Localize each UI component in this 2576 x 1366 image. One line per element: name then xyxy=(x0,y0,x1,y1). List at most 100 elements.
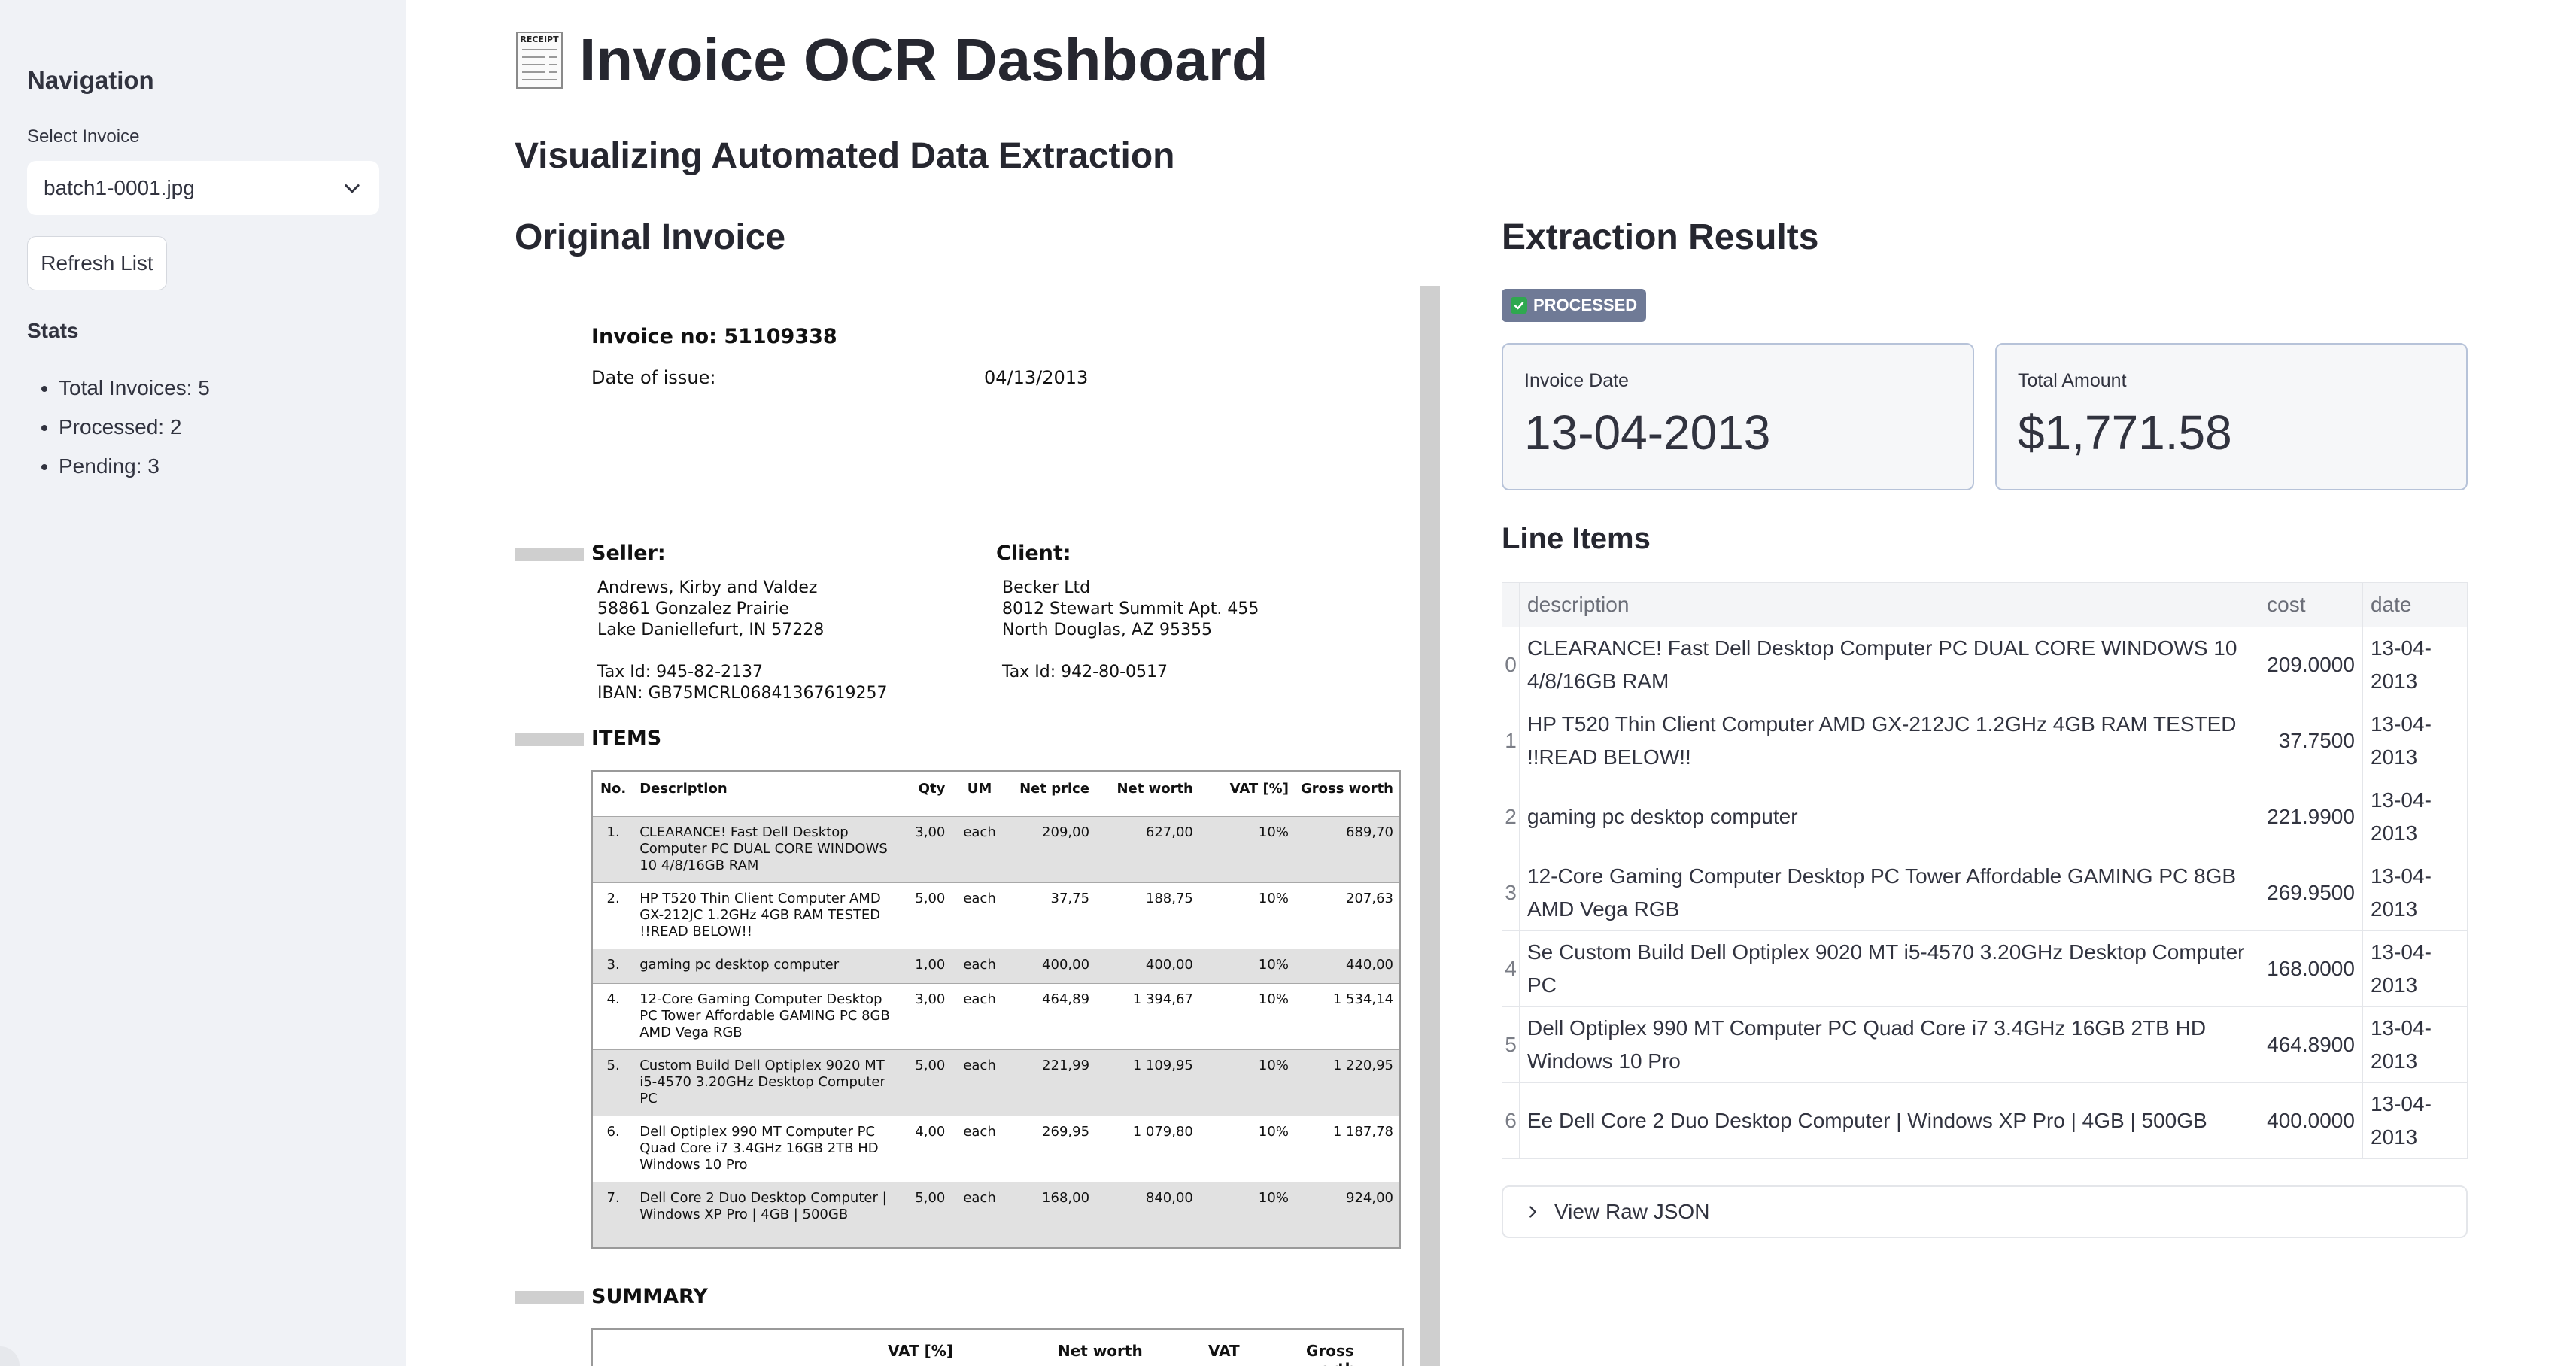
item-qty: 1,00 xyxy=(901,949,952,983)
table-row[interactable]: 5 Dell Optiplex 990 MT Computer PC Quad … xyxy=(1502,1006,2468,1083)
index-header xyxy=(1502,582,1520,627)
cell-cost[interactable]: 37.7500 xyxy=(2259,703,2363,779)
col-net-worth: Net worth xyxy=(1116,781,1193,797)
cell-date[interactable]: 13-04-2013 xyxy=(2362,1006,2468,1083)
cell-date[interactable]: 13-04-2013 xyxy=(2362,855,2468,931)
view-raw-json-label: View Raw JSON xyxy=(1554,1200,1710,1223)
item-gross: 689,70 xyxy=(1294,816,1400,882)
select-invoice-label: Select Invoice xyxy=(27,126,140,147)
cell-cost[interactable]: 168.0000 xyxy=(2259,930,2363,1007)
refresh-list-button[interactable]: Refresh List xyxy=(27,236,167,290)
item-desc: Dell Core 2 Duo Desktop Computer | Windo… xyxy=(633,1182,901,1248)
items-row: 1. CLEARANCE! Fast Dell Desktop Computer… xyxy=(592,816,1400,882)
row-index: 2 xyxy=(1502,779,1520,855)
total-amount-label: Total Amount xyxy=(2018,370,2127,391)
invoice-select[interactable]: batch1-0001.jpg xyxy=(27,161,379,215)
section-bar xyxy=(515,1291,584,1304)
item-price: 168,00 xyxy=(1007,1182,1096,1248)
stat-total-invoices: Total Invoices: 5 xyxy=(59,369,210,408)
items-row: 6. Dell Optiplex 990 MT Computer PC Quad… xyxy=(592,1116,1400,1182)
item-gross: 440,00 xyxy=(1294,949,1400,983)
item-um: each xyxy=(951,1182,1008,1248)
line-items-table[interactable]: description cost date 0 CLEARANCE! Fast … xyxy=(1502,582,2468,1159)
view-raw-json-expander[interactable]: View Raw JSON xyxy=(1502,1185,2468,1238)
table-row[interactable]: 0 CLEARANCE! Fast Dell Desktop Computer … xyxy=(1502,627,2468,703)
chevron-down-icon xyxy=(345,184,360,193)
item-no: 2. xyxy=(606,890,620,906)
extraction-results-title: Extraction Results xyxy=(1502,217,1819,257)
page-subtitle: Visualizing Automated Data Extraction xyxy=(515,136,1175,176)
invoice-date-metric: Invoice Date 13-04-2013 xyxy=(1502,343,1974,490)
col-header-date[interactable]: date xyxy=(2362,582,2468,627)
table-row[interactable]: 4 Se Custom Build Dell Optiplex 9020 MT … xyxy=(1502,930,2468,1007)
item-um: each xyxy=(951,1049,1008,1116)
item-vat: 10% xyxy=(1258,890,1289,906)
table-row[interactable]: 2 gaming pc desktop computer 221.9900 13… xyxy=(1502,779,2468,855)
item-desc: 12-Core Gaming Computer Desktop PC Tower… xyxy=(639,991,890,1040)
item-gross: 1 187,78 xyxy=(1332,1123,1393,1140)
item-no: 5. xyxy=(592,1049,634,1116)
item-qty: 5,00 xyxy=(901,1182,952,1248)
item-net: 840,00 xyxy=(1095,1182,1199,1248)
item-net: 400,00 xyxy=(1095,949,1199,983)
table-row[interactable]: 1 HP T520 Thin Client Computer AMD GX-21… xyxy=(1502,703,2468,779)
cell-date[interactable]: 13-04-2013 xyxy=(2362,703,2468,779)
cell-description[interactable]: Se Custom Build Dell Optiplex 9020 MT i5… xyxy=(1518,930,2260,1007)
date-of-issue-value: 04/13/2013 xyxy=(984,367,1089,388)
item-gross: 924,00 xyxy=(1294,1182,1400,1248)
cell-date[interactable]: 13-04-2013 xyxy=(2362,627,2468,703)
item-vat: 10% xyxy=(1258,991,1289,1007)
summary-table: VAT [%] Net worth VAT Gross worth xyxy=(591,1328,1404,1366)
cell-date[interactable]: 13-04-2013 xyxy=(2362,779,2468,855)
cell-description[interactable]: HP T520 Thin Client Computer AMD GX-212J… xyxy=(1518,703,2260,779)
table-row[interactable]: 3 12-Core Gaming Computer Desktop PC Tow… xyxy=(1502,855,2468,931)
summary-col-vat-pct: VAT [%] xyxy=(888,1342,953,1360)
page-title-text: Invoice OCR Dashboard xyxy=(579,26,1268,93)
cell-description[interactable]: gaming pc desktop computer xyxy=(1518,779,2260,855)
cell-cost[interactable]: 269.9500 xyxy=(2259,855,2363,931)
cell-date[interactable]: 13-04-2013 xyxy=(2362,1082,2468,1159)
stat-processed: Processed: 2 xyxy=(59,408,210,447)
stats-list: Total Invoices: 5 Processed: 2 Pending: … xyxy=(27,369,210,486)
item-um: each xyxy=(951,816,1008,882)
check-icon xyxy=(1511,297,1527,314)
item-desc: CLEARANCE! Fast Dell Desktop Computer PC… xyxy=(633,816,901,882)
item-um: each xyxy=(963,890,996,906)
item-price: 269,95 xyxy=(1042,1123,1090,1140)
row-index: 4 xyxy=(1502,930,1520,1007)
col-no: No. xyxy=(600,781,627,797)
cell-cost[interactable]: 209.0000 xyxy=(2259,627,2363,703)
summary-col-net-worth: Net worth xyxy=(1058,1342,1143,1360)
item-desc: HP T520 Thin Client Computer AMD GX-212J… xyxy=(639,890,881,940)
col-header-cost[interactable]: cost xyxy=(2259,582,2363,627)
col-description: Description xyxy=(639,781,728,797)
item-net: 1 394,67 xyxy=(1132,991,1193,1007)
item-gross: 207,63 xyxy=(1346,890,1393,906)
item-net: 1 109,95 xyxy=(1095,1049,1199,1116)
col-um: UM xyxy=(967,781,992,797)
cell-cost[interactable]: 400.0000 xyxy=(2259,1082,2363,1159)
items-heading: ITEMS xyxy=(591,727,662,750)
item-desc: Dell Optiplex 990 MT Computer PC Quad Co… xyxy=(639,1123,879,1173)
item-qty: 4,00 xyxy=(915,1123,946,1140)
item-price: 464,89 xyxy=(1042,991,1090,1007)
cell-date[interactable]: 13-04-2013 xyxy=(2362,930,2468,1007)
invoice-scrollbar[interactable] xyxy=(1420,286,1440,1366)
cell-cost[interactable]: 221.9900 xyxy=(2259,779,2363,855)
total-amount-metric: Total Amount $1,771.58 xyxy=(1995,343,2468,490)
item-um: each xyxy=(963,1123,996,1140)
cell-description[interactable]: CLEARANCE! Fast Dell Desktop Computer PC… xyxy=(1518,627,2260,703)
items-row: 7. Dell Core 2 Duo Desktop Computer | Wi… xyxy=(592,1182,1400,1248)
item-price: 209,00 xyxy=(1007,816,1096,882)
cell-description[interactable]: Dell Optiplex 990 MT Computer PC Quad Co… xyxy=(1518,1006,2260,1083)
item-vat: 10% xyxy=(1198,1182,1295,1248)
cell-description[interactable]: Ee Dell Core 2 Duo Desktop Computer | Wi… xyxy=(1518,1082,2260,1159)
item-vat: 10% xyxy=(1258,1123,1289,1140)
col-header-description[interactable]: description xyxy=(1518,582,2260,627)
table-row[interactable]: 6 Ee Dell Core 2 Duo Desktop Computer | … xyxy=(1502,1082,2468,1159)
cell-description[interactable]: 12-Core Gaming Computer Desktop PC Tower… xyxy=(1518,855,2260,931)
item-gross: 1 220,95 xyxy=(1294,1049,1400,1116)
client-heading: Client: xyxy=(996,542,1071,565)
cell-cost[interactable]: 464.8900 xyxy=(2259,1006,2363,1083)
item-vat: 10% xyxy=(1198,949,1295,983)
